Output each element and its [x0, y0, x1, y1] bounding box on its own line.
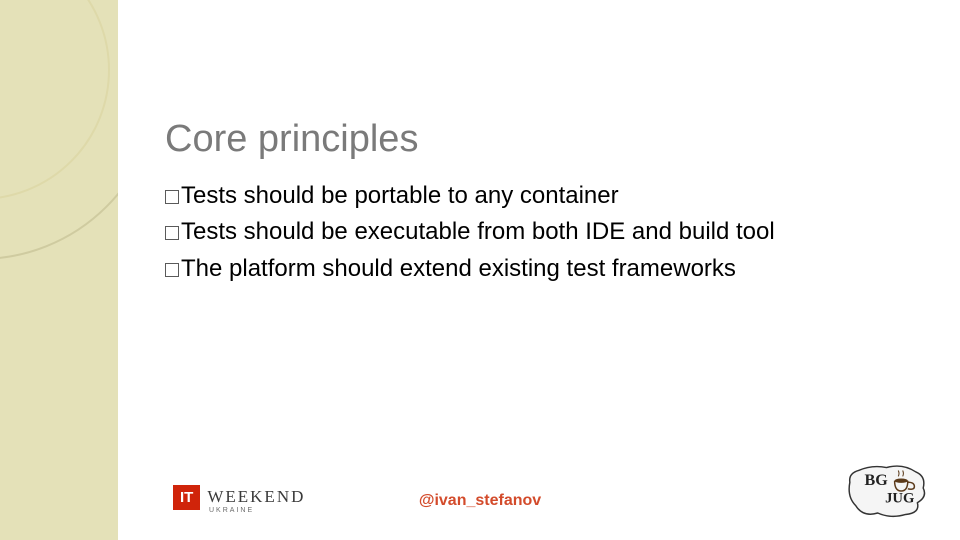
bullet-item: Tests should be portable to any containe…: [165, 180, 905, 212]
checkbox-icon: [165, 263, 179, 277]
bullet-item: The platform should extend existing test…: [165, 253, 905, 285]
bullet-text: The platform should extend existing test…: [181, 255, 736, 282]
bullet-item: Tests should be executable from both IDE…: [165, 216, 905, 248]
bullet-text: Tests should be portable to any containe…: [181, 182, 619, 209]
bgjug-bg-text: BG: [865, 472, 889, 489]
bgjug-jug-text: JUG: [885, 491, 914, 507]
logo-weekend-text: WEEKEND: [207, 488, 305, 505]
bullet-text: Tests should be executable from both IDE…: [181, 218, 775, 245]
logo-it-box: IT: [173, 485, 200, 510]
side-decoration: [0, 0, 118, 540]
slide-body: Tests should be portable to any containe…: [165, 180, 905, 289]
logo-bg-jug: BG JUG: [844, 460, 932, 522]
checkbox-icon: [165, 226, 179, 240]
bg-jug-icon: BG JUG: [844, 460, 932, 522]
slide-title: Core principles: [165, 118, 418, 161]
slide: Core principles Tests should be portable…: [0, 0, 960, 540]
logo-it-weekend: IT WEEKEND UKRAINE: [173, 485, 305, 510]
logo-ukraine-text: UKRAINE: [209, 507, 254, 514]
footer-handle: @ivan_stefanov: [0, 492, 960, 510]
checkbox-icon: [165, 190, 179, 204]
